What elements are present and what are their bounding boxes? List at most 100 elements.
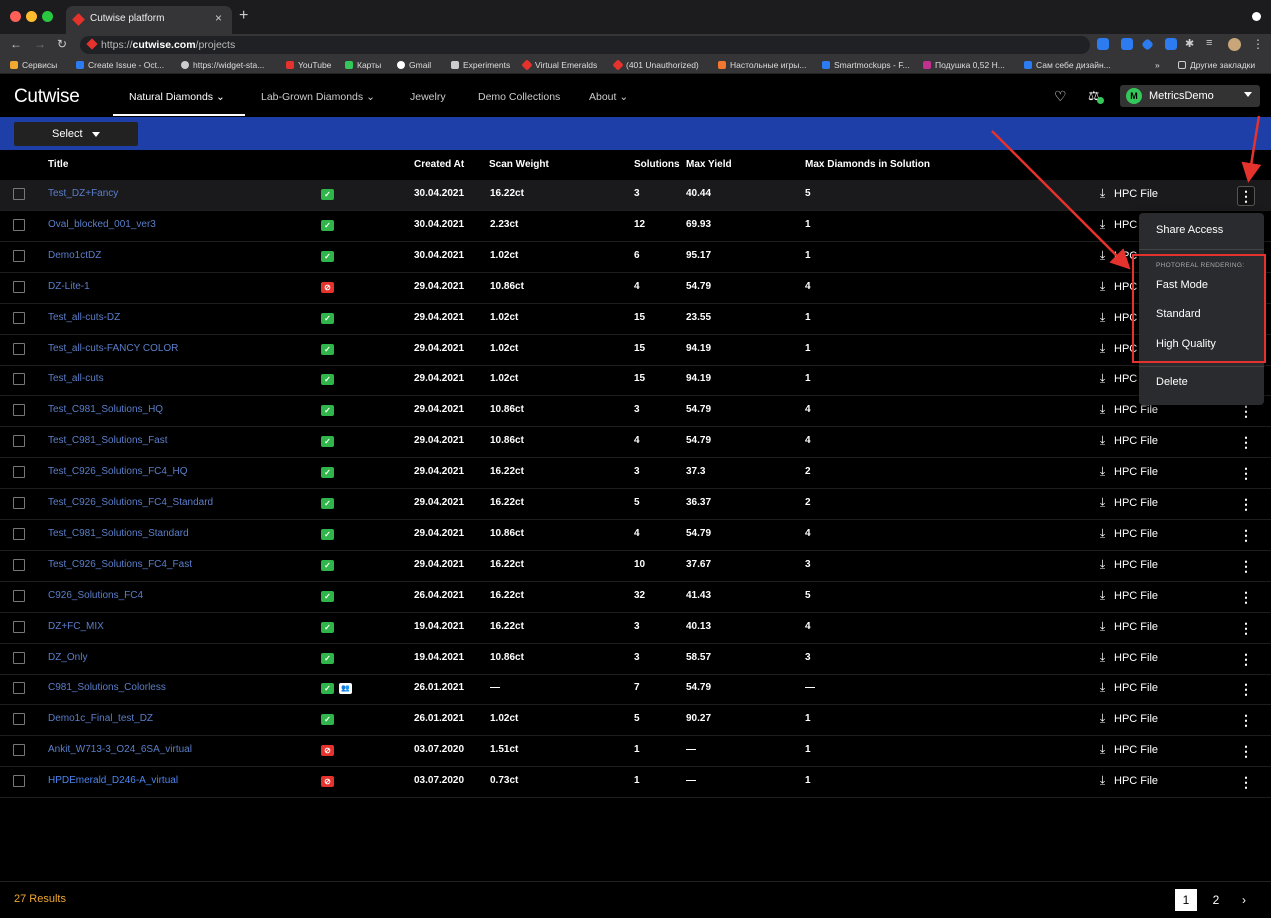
- url-bar[interactable]: https://cutwise.com/projects: [80, 36, 1090, 54]
- hpc-file-download-link[interactable]: ⤓ HPC File: [1097, 526, 1158, 541]
- minimize-window-button[interactable]: [26, 11, 37, 22]
- avatar[interactable]: [1228, 38, 1241, 51]
- table-row[interactable]: Demo1c_Final_test_DZ ✓ 26.01.2021 1.02ct 5 90…: [0, 705, 1271, 737]
- page-button-2[interactable]: 2: [1205, 889, 1227, 911]
- next-page-icon[interactable]: ›: [1233, 889, 1255, 911]
- project-title-link[interactable]: Demo1c_Final_test_DZ: [48, 713, 153, 724]
- puzzle-icon[interactable]: ✱: [1185, 37, 1194, 50]
- project-title-link[interactable]: DZ_Only: [48, 652, 87, 663]
- project-title-link[interactable]: Test_DZ+Fancy: [48, 188, 118, 199]
- nav-natural-diamonds[interactable]: Natural Diamonds ⌄: [129, 91, 225, 103]
- row-checkbox[interactable]: [13, 497, 25, 509]
- row-menu-kebab-icon[interactable]: ⋮: [1237, 711, 1255, 731]
- nav-jewelry[interactable]: Jewelry: [410, 91, 446, 103]
- nav-about[interactable]: About ⌄: [589, 91, 628, 103]
- project-title-link[interactable]: Test_C926_Solutions_FC4_Standard: [48, 497, 213, 508]
- bookmark-item[interactable]: Сервисы: [10, 60, 57, 70]
- hpc-file-download-link[interactable]: ⤓ HPC File: [1097, 186, 1158, 201]
- row-checkbox[interactable]: [13, 527, 25, 540]
- browser-menu-icon[interactable]: ⋮: [1252, 37, 1264, 51]
- bookmark-item[interactable]: Настольные игры...: [718, 60, 807, 70]
- bookmark-item[interactable]: Сам себе дизайн...: [1024, 60, 1111, 70]
- table-row[interactable]: Test_C981_Solutions_Standard ✓ 29.04.2021 1…: [0, 520, 1271, 551]
- row-menu-kebab-icon[interactable]: ⋮: [1237, 773, 1255, 793]
- column-header-max-yield[interactable]: Max Yield: [686, 159, 732, 170]
- extension-icon[interactable]: [1097, 38, 1109, 50]
- hpc-file-download-link[interactable]: ⤓ HPC File: [1097, 650, 1158, 665]
- maximize-window-button[interactable]: [42, 11, 53, 22]
- row-menu-kebab-icon[interactable]: ⋮: [1237, 433, 1255, 453]
- table-row[interactable]: Test_C926_Solutions_FC4_HQ ✓ 29.04.2021 16.…: [0, 458, 1271, 490]
- table-row[interactable]: Test_C926_Solutions_FC4_Standard ✓ 29.04.2…: [0, 489, 1271, 520]
- hpc-file-download-link[interactable]: ⤓ HPC File: [1097, 742, 1158, 757]
- bookmark-item[interactable]: YouTube: [286, 60, 331, 70]
- extension-icon[interactable]: [1141, 38, 1154, 51]
- row-menu-kebab-icon[interactable]: ⋮: [1237, 588, 1255, 608]
- table-row[interactable]: C981_Solutions_Colorless ✓ 👥 26.01.2021 — 7 54…: [0, 674, 1271, 706]
- hpc-file-download-link[interactable]: ⤓ HPC File: [1097, 464, 1158, 479]
- browser-tab[interactable]: Cutwise platform ×: [66, 6, 232, 34]
- reload-icon[interactable]: ↻: [57, 37, 67, 51]
- table-row[interactable]: Test_all-cuts-DZ ✓ 29.04.2021 1.02ct 15 23.55…: [0, 304, 1271, 335]
- project-title-link[interactable]: HPDEmerald_D246-A_virtual: [48, 775, 178, 786]
- heart-icon[interactable]: ♡: [1054, 88, 1067, 105]
- compare-scale-icon[interactable]: ⚖: [1088, 88, 1104, 104]
- project-title-link[interactable]: Test_C981_Solutions_Fast: [48, 435, 168, 446]
- bookmark-item[interactable]: (401 Unauthorized): [612, 59, 699, 71]
- bookmark-item[interactable]: Подушка 0,52 Н...: [923, 60, 1005, 70]
- more-bookmarks-icon[interactable]: »: [1155, 60, 1160, 70]
- page-button-1[interactable]: 1: [1175, 889, 1197, 911]
- row-menu-kebab-icon[interactable]: ⋮: [1237, 650, 1255, 670]
- bookmark-item[interactable]: Create Issue - Oct...: [76, 60, 164, 70]
- table-row[interactable]: Ankit_W713-3_O24_6SA_virtual ⊘ 03.07.2020 1…: [0, 736, 1271, 768]
- row-menu-kebab-icon[interactable]: ⋮: [1237, 742, 1255, 762]
- nav-demo-collections[interactable]: Demo Collections: [478, 91, 560, 103]
- menu-item-delete[interactable]: Delete: [1156, 376, 1188, 388]
- row-checkbox[interactable]: [13, 651, 25, 664]
- table-row[interactable]: Test_DZ+Fancy ✓ 30.04.2021 16.22ct 3 40.44 5 ⤓ H…: [0, 180, 1271, 211]
- row-checkbox[interactable]: [13, 280, 25, 293]
- row-menu-kebab-icon[interactable]: ⋮: [1237, 495, 1255, 515]
- nav-lab-grown-diamonds[interactable]: Lab-Grown Diamonds ⌄: [261, 91, 375, 103]
- row-checkbox[interactable]: [13, 558, 25, 571]
- row-checkbox[interactable]: [13, 404, 25, 417]
- bookmark-item[interactable]: Gmail: [397, 60, 431, 70]
- bookmark-item[interactable]: Карты: [345, 60, 381, 70]
- menu-item-share-access[interactable]: Share Access: [1156, 224, 1223, 236]
- table-row[interactable]: DZ_Only ✓ 19.04.2021 10.86ct 3 58.57 3 ⤓ HPC Fil…: [0, 644, 1271, 675]
- column-header-created-at[interactable]: Created At: [414, 159, 464, 170]
- table-row[interactable]: Test_C981_Solutions_HQ ✓ 29.04.2021 10.86ct…: [0, 396, 1271, 428]
- table-row[interactable]: DZ+FC_MIX ✓ 19.04.2021 16.22ct 3 40.13 4 ⤓ HPC F…: [0, 613, 1271, 644]
- column-header-title[interactable]: Title: [48, 159, 68, 170]
- project-title-link[interactable]: Test_all-cuts-DZ: [48, 312, 120, 323]
- hpc-file-download-link[interactable]: ⤓ HPC File: [1097, 495, 1158, 510]
- row-checkbox[interactable]: [13, 249, 25, 262]
- row-menu-kebab-icon[interactable]: ⋮: [1237, 619, 1255, 639]
- project-title-link[interactable]: DZ+FC_MIX: [48, 621, 104, 632]
- extension-icon[interactable]: [1121, 38, 1133, 50]
- close-window-button[interactable]: [10, 11, 21, 22]
- row-checkbox[interactable]: [13, 435, 25, 448]
- table-row[interactable]: Oval_blocked_001_ver3 ✓ 30.04.2021 2.23ct 12…: [0, 211, 1271, 242]
- hpc-file-download-link[interactable]: ⤓ HPC File: [1097, 773, 1158, 788]
- project-title-link[interactable]: Test_C981_Solutions_Standard: [48, 528, 189, 539]
- close-tab-icon[interactable]: ×: [215, 11, 222, 25]
- table-row[interactable]: Test_all-cuts-FANCY COLOR ✓ 29.04.2021 1.02…: [0, 335, 1271, 366]
- extension-icon[interactable]: [1165, 38, 1177, 50]
- reading-list-icon[interactable]: ≡: [1206, 37, 1212, 49]
- row-checkbox[interactable]: [13, 620, 25, 633]
- back-icon[interactable]: ←: [10, 37, 22, 51]
- row-checkbox[interactable]: [13, 342, 25, 355]
- row-checkbox[interactable]: [13, 682, 25, 695]
- hpc-file-download-link[interactable]: ⤓ HPC File: [1097, 557, 1158, 572]
- table-row[interactable]: Test_C926_Solutions_FC4_Fast ✓ 29.04.2021 1…: [0, 551, 1271, 582]
- hpc-file-download-link[interactable]: ⤓ HPC File: [1097, 619, 1158, 634]
- table-row[interactable]: HPDEmerald_D246-A_virtual ⊘ 03.07.2020 0.73…: [0, 767, 1271, 799]
- column-header-solutions[interactable]: Solutions: [634, 159, 680, 170]
- hpc-file-download-link[interactable]: ⤓ HPC File: [1097, 588, 1158, 603]
- hpc-file-download-link[interactable]: ⤓ HPC File: [1097, 711, 1158, 726]
- bookmark-item[interactable]: Smartmockups - F...: [822, 60, 910, 70]
- project-title-link[interactable]: Test_all-cuts-FANCY COLOR: [48, 343, 178, 354]
- row-menu-kebab-icon[interactable]: ⋮: [1237, 680, 1255, 700]
- table-row[interactable]: Demo1ctDZ ✓ 30.04.2021 1.02ct 6 95.17 1 ⤓ HPC Fi…: [0, 242, 1271, 273]
